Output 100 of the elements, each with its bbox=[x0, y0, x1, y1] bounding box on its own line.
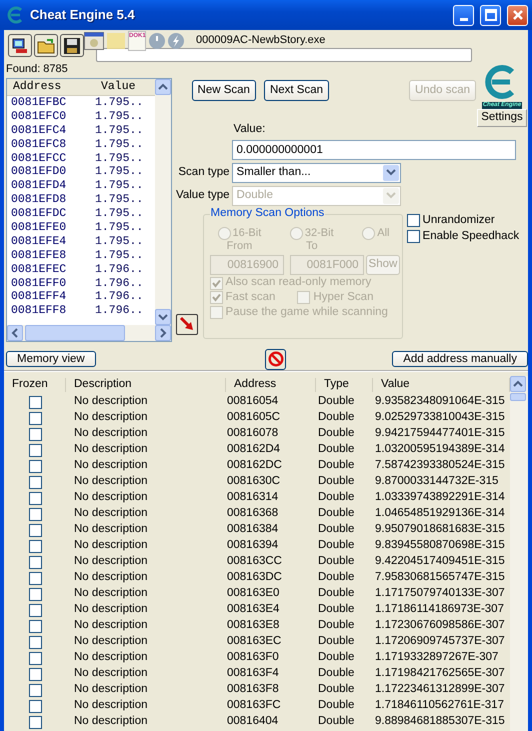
power-icon bbox=[149, 33, 165, 49]
memory-view-button[interactable]: Memory view bbox=[6, 350, 96, 368]
frozen-checkbox[interactable] bbox=[28, 428, 42, 440]
frozen-checkbox[interactable] bbox=[28, 604, 42, 616]
table-cell-text: 00816314 bbox=[226, 491, 280, 505]
table-cell-text: 008163F4 bbox=[226, 667, 280, 681]
address-cell-text: 0081EFE8 bbox=[10, 248, 68, 263]
vertical-scrollbar[interactable] bbox=[154, 79, 171, 325]
pointer-button[interactable] bbox=[176, 314, 198, 335]
table-cell-text: 008163F0 bbox=[226, 651, 280, 665]
table-cell-text: 1.17175079740133E-307 bbox=[374, 587, 506, 601]
scan-type-dropdown[interactable]: Smaller than... bbox=[232, 162, 401, 183]
frozen-checkbox[interactable] bbox=[28, 540, 42, 552]
table-cell-text: Double bbox=[317, 619, 356, 633]
frozen-checkbox[interactable] bbox=[28, 620, 42, 632]
scroll-down-button[interactable] bbox=[154, 309, 171, 325]
add-address-button[interactable]: Add address manually bbox=[392, 350, 528, 368]
table-cell-text: Double bbox=[317, 635, 356, 649]
table-cell-text: 00816078 bbox=[226, 427, 280, 441]
checkbox-label: Hyper Scan bbox=[313, 290, 374, 305]
column-header[interactable]: Frozen bbox=[4, 378, 66, 392]
stop-button[interactable] bbox=[265, 348, 286, 370]
checkbox[interactable] bbox=[406, 230, 420, 243]
value-field[interactable]: 0.000000000001 bbox=[232, 140, 516, 160]
table-cell-text: 008163FC bbox=[226, 699, 282, 713]
frozen-checkbox[interactable] bbox=[28, 524, 42, 536]
frozen-checkbox[interactable] bbox=[28, 572, 42, 584]
column-header[interactable]: Address bbox=[226, 378, 316, 392]
close-button[interactable] bbox=[507, 4, 528, 26]
field-label: From bbox=[226, 240, 252, 254]
frozen-checkbox[interactable] bbox=[28, 668, 42, 680]
address-cell-text: 0081EFC4 bbox=[10, 124, 68, 138]
no-entry-icon bbox=[268, 351, 284, 367]
frozen-checkbox[interactable] bbox=[28, 396, 42, 408]
field-label: To bbox=[306, 240, 318, 254]
table-cell-text: No description bbox=[73, 571, 149, 585]
address-cell-text: 0081EFBC bbox=[10, 96, 68, 110]
found-count: Found: 8785 bbox=[6, 62, 69, 77]
horizontal-scrollbar[interactable] bbox=[7, 325, 171, 341]
scroll-thumb[interactable] bbox=[25, 325, 125, 341]
frozen-checkbox[interactable] bbox=[28, 412, 42, 424]
column-header[interactable]: Description bbox=[66, 378, 226, 392]
frozen-checkbox[interactable] bbox=[28, 636, 42, 648]
radio-label: 32-Bit bbox=[304, 226, 334, 240]
select-process-button[interactable] bbox=[8, 34, 32, 57]
table-cell-text: 0081605C bbox=[226, 411, 282, 425]
table-cell-text: No description bbox=[73, 395, 149, 409]
frozen-checkbox[interactable] bbox=[28, 700, 42, 712]
table-cell-text: 9.94217594477401E-315 bbox=[374, 427, 506, 441]
frozen-checkbox[interactable] bbox=[28, 476, 42, 488]
column-header[interactable]: Value bbox=[95, 79, 142, 95]
table-cell-text: 9.8700033144732E-315 bbox=[374, 475, 500, 489]
frozen-checkbox[interactable] bbox=[28, 556, 42, 568]
table-cell-text: 0081630C bbox=[226, 475, 282, 489]
save-button[interactable] bbox=[60, 34, 84, 57]
frozen-checkbox[interactable] bbox=[28, 444, 42, 456]
checkbox[interactable] bbox=[406, 214, 420, 228]
table-cell-text: 1.17230676098586E-307 bbox=[374, 619, 506, 633]
field-label: Value type bbox=[176, 188, 230, 203]
table-cell-text: 7.58742393380524E-315 bbox=[374, 459, 506, 473]
address-cell-text: 0081EFD8 bbox=[10, 193, 68, 208]
table-cell-text: No description bbox=[73, 539, 149, 553]
maximize-icon bbox=[484, 9, 496, 21]
frozen-checkbox[interactable] bbox=[28, 460, 42, 472]
frozen-checkbox[interactable] bbox=[28, 684, 42, 696]
table-cell-text: 008163CC bbox=[226, 555, 283, 569]
scroll-up-button[interactable] bbox=[510, 376, 526, 392]
open-button[interactable] bbox=[34, 34, 58, 57]
table-cell-text: 7.95830681565747E-315 bbox=[374, 571, 506, 585]
table-cell-text: 1.03339743892291E-314 bbox=[374, 491, 506, 505]
address-cell-text: 0081EFD0 bbox=[10, 165, 68, 180]
table-cell-text: 1.1719332897267E-307 bbox=[374, 651, 500, 665]
table-cell-text: No description bbox=[73, 683, 149, 697]
frozen-checkbox[interactable] bbox=[28, 652, 42, 664]
vertical-scrollbar[interactable] bbox=[510, 376, 528, 731]
frozen-checkbox[interactable] bbox=[28, 508, 42, 520]
table-cell-text: 1.03200595194389E-314 bbox=[374, 443, 506, 457]
settings-button[interactable]: Settings bbox=[477, 109, 527, 127]
table-cell-text: 1.04654851929136E-314 bbox=[374, 507, 506, 521]
table-cell-text: 9.83945580870698E-315 bbox=[374, 539, 506, 553]
frozen-checkbox[interactable] bbox=[28, 716, 42, 728]
scroll-left-button[interactable] bbox=[7, 325, 23, 341]
maximize-button[interactable] bbox=[480, 4, 501, 26]
column-header[interactable]: Type bbox=[316, 378, 373, 392]
table-cell-text: 008163E0 bbox=[226, 587, 280, 601]
app-icon bbox=[6, 6, 24, 24]
frozen-checkbox[interactable] bbox=[28, 588, 42, 600]
scroll-up-button[interactable] bbox=[154, 79, 171, 95]
table-cell-text: 00816054 bbox=[226, 395, 280, 409]
scroll-right-button[interactable] bbox=[154, 325, 171, 341]
checkbox-label: Unrandomizer bbox=[422, 214, 495, 228]
minimize-button[interactable] bbox=[453, 4, 474, 26]
scroll-thumb[interactable] bbox=[510, 393, 526, 401]
address-cell-text: 0081EFC8 bbox=[10, 138, 68, 152]
scan-button[interactable]: New Scan bbox=[192, 80, 256, 101]
scan-button[interactable]: Next Scan bbox=[264, 80, 330, 101]
frozen-checkbox[interactable] bbox=[28, 492, 42, 504]
column-header[interactable]: Address bbox=[7, 79, 95, 95]
table-cell-text: No description bbox=[73, 555, 149, 569]
dropdown-icon bbox=[386, 192, 396, 200]
